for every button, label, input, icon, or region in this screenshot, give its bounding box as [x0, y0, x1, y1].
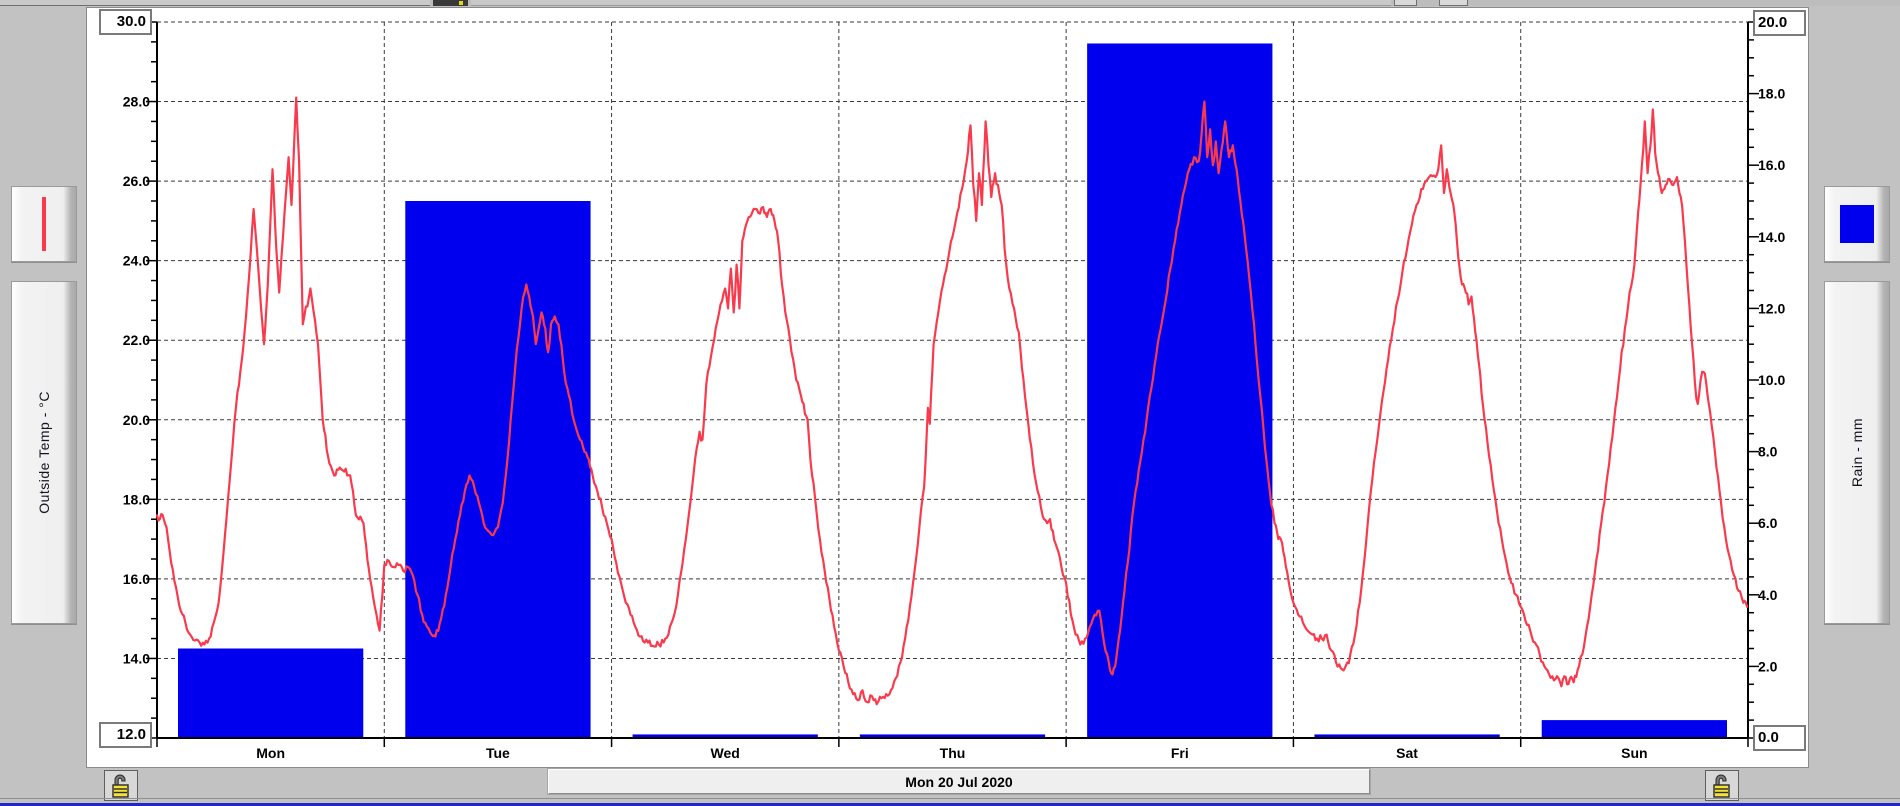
rain-legend-button[interactable]: [1824, 186, 1890, 262]
temp-legend-button[interactable]: [11, 186, 77, 262]
rain-axis-max-box[interactable]: 20.0: [1753, 10, 1806, 36]
rain-bar: [405, 201, 590, 738]
rain-tick-label: 4.0: [1758, 587, 1778, 603]
temp-tick-label: 28.0: [123, 94, 150, 110]
temp-axis-max-box[interactable]: 30.0: [99, 9, 152, 35]
rain-bar: [1542, 720, 1727, 738]
rain-axis-min-box[interactable]: 0.0: [1753, 725, 1806, 751]
date-range-button[interactable]: Mon 20 Jul 2020: [548, 769, 1370, 794]
temp-tick-label: 24.0: [123, 253, 150, 269]
left-axis-lock-button[interactable]: [104, 770, 138, 801]
x-axis-day-label: Tue: [486, 745, 510, 761]
rain-tick-label: 6.0: [1758, 515, 1778, 531]
right-axis-lock-button[interactable]: [1705, 770, 1739, 801]
rain-tick-label: 14.0: [1758, 229, 1785, 245]
temp-axis-min-box[interactable]: 12.0: [99, 722, 152, 748]
temp-tick-label: 18.0: [123, 491, 150, 507]
rain-bar-swatch-icon: [1840, 205, 1874, 243]
rain-tick-label: 12.0: [1758, 300, 1785, 316]
temp-tick-label: 16.0: [123, 571, 150, 587]
rain-axis-label: Rain - mm: [1849, 418, 1865, 487]
temp-tick-label: 20.0: [123, 412, 150, 428]
rain-tick-label: 16.0: [1758, 157, 1785, 173]
x-axis-day-label: Sat: [1396, 745, 1418, 761]
open-padlock-icon: [109, 773, 133, 799]
x-axis-day-label: Fri: [1171, 745, 1189, 761]
open-padlock-icon: [1710, 773, 1734, 799]
weather-chart-window: { "window": { "background_color": "#c2c2…: [0, 0, 1900, 806]
outside-temp-line: [157, 98, 1747, 705]
rain-axis-label-button[interactable]: Rain - mm: [1824, 281, 1890, 624]
rain-tick-label: 10.0: [1758, 372, 1785, 388]
rain-bar: [178, 649, 363, 739]
x-axis-day-label: Sun: [1621, 745, 1647, 761]
temp-tick-label: 26.0: [123, 173, 150, 189]
temp-axis-label-button[interactable]: Outside Temp - °C: [11, 281, 77, 624]
x-axis-day-label: Mon: [256, 745, 285, 761]
rain-tick-label: 8.0: [1758, 444, 1778, 460]
temp-axis-label: Outside Temp - °C: [36, 391, 52, 514]
x-axis-day-label: Thu: [940, 745, 966, 761]
chart-canvas: 28.0 26.0 24.0 22.0 20.0 18.0 16.0 14.0 18.0 16.0…: [0, 0, 1900, 806]
temp-tick-label: 14.0: [123, 650, 150, 666]
window-divider: [0, 798, 1900, 799]
rain-tick-label: 18.0: [1758, 86, 1785, 102]
rain-bar: [1087, 43, 1272, 738]
temp-tick-label: 22.0: [123, 332, 150, 348]
rain-tick-label: 2.0: [1758, 658, 1778, 674]
temp-line-swatch-icon: [42, 197, 46, 251]
x-axis-day-label: Wed: [711, 745, 740, 761]
